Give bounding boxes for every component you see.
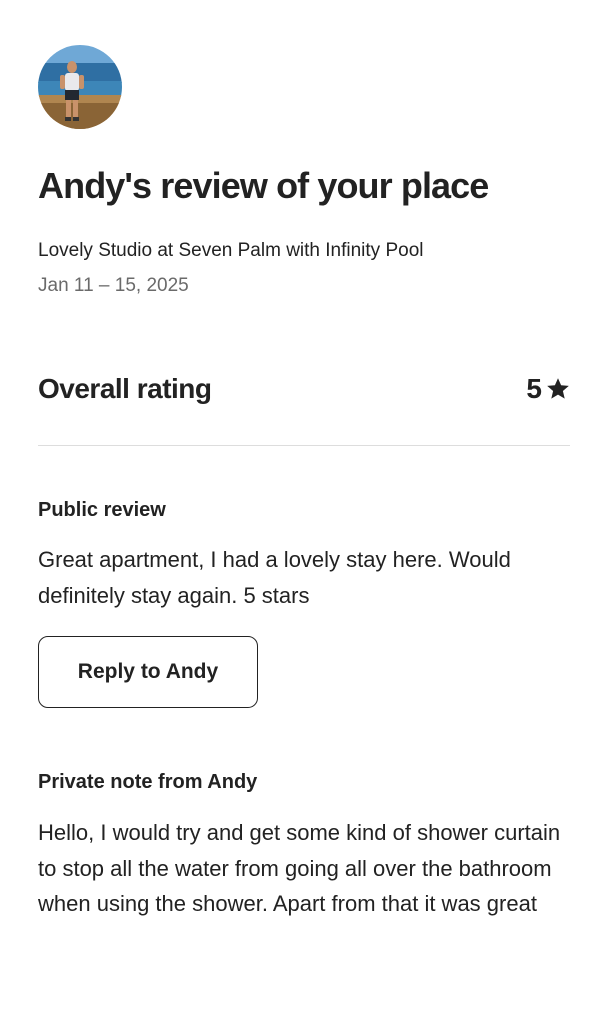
overall-rating-label: Overall rating [38,373,212,404]
overall-rating-value: 5 [526,369,570,409]
reply-button[interactable]: Reply to Andy [38,636,258,708]
star-icon [546,377,570,401]
public-review-heading: Public review [38,499,166,521]
private-note-heading: Private note from Andy [38,771,258,793]
overall-rating-row: Overall rating 5 [38,369,570,409]
rating-number: 5 [526,373,542,404]
stay-dates: Jan 11 – 15, 2025 [38,275,189,296]
private-note-text: Hello, I would try and get some kind of … [38,820,561,916]
public-review-text: Great apartment, I had a lovely stay her… [38,547,511,608]
reviewer-avatar[interactable] [38,45,122,129]
section-divider [38,445,570,446]
avatar-photo [38,45,122,129]
page-title: Andy's review of your place [38,165,489,206]
listing-name: Lovely Studio at Seven Palm with Infinit… [38,240,424,261]
